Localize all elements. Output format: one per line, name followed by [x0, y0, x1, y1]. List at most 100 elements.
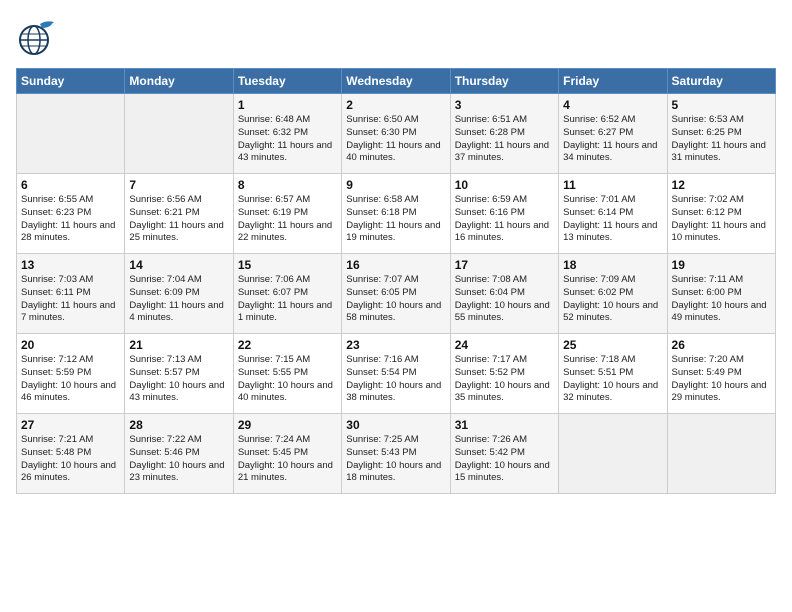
- calendar-cell: 25Sunrise: 7:18 AMSunset: 5:51 PMDayligh…: [559, 334, 667, 414]
- daylight-text: Daylight: 10 hours and 49 minutes.: [672, 300, 767, 324]
- sunset-text: Sunset: 6:21 PM: [129, 207, 199, 218]
- calendar-cell: 19 Sunrise: 7:11 AMSunset: 6:00 PMDayligh…: [667, 254, 775, 334]
- logo: [16, 16, 62, 58]
- weekday-header-wednesday: Wednesday: [342, 69, 450, 94]
- calendar-cell: 24Sunrise: 7:17 AMSunset: 5:52 PMDayligh…: [450, 334, 558, 414]
- calendar-week-row: 20Sunrise: 7:12 AMSunset: 5:59 PMDayligh…: [17, 334, 776, 414]
- sunset-text: Sunset: 5:52 PM: [455, 367, 525, 378]
- day-number: 1: [238, 98, 337, 112]
- calendar-week-row: 27 Sunrise: 7:21 AM Sunset: 5:48 PM Dayligh…: [17, 414, 776, 494]
- sunrise-text: Sunrise: 7:22 AM: [129, 434, 201, 445]
- page-header: [16, 16, 776, 58]
- sunset-text: Sunset: 6:02 PM: [563, 287, 633, 298]
- calendar-cell: 11Sunrise: 7:01 AMSunset: 6:14 PMDayligh…: [559, 174, 667, 254]
- daylight-text: Daylight: 10 hours and 15 minutes.: [455, 460, 550, 484]
- sunset-text: Sunset: 6:32 PM: [238, 127, 308, 138]
- daylight-text: Daylight: 10 hours and 55 minutes.: [455, 300, 550, 324]
- sunrise-text: Sunrise: 6:50 AM: [346, 114, 418, 125]
- sunrise-text: Sunrise: 6:59 AM: [455, 194, 527, 205]
- day-detail: Sunrise: 6:48 AMSunset: 6:32 PMDaylight:…: [238, 114, 337, 165]
- daylight-text: Daylight: 11 hours and 34 minutes.: [563, 140, 657, 164]
- sunset-text: Sunset: 6:27 PM: [563, 127, 633, 138]
- sunrise-text: Sunrise: 7:25 AM: [346, 434, 418, 445]
- sunrise-text: Sunrise: 7:04 AM: [129, 274, 201, 285]
- sunset-text: Sunset: 6:04 PM: [455, 287, 525, 298]
- calendar-week-row: 13Sunrise: 7:03 AMSunset: 6:11 PMDayligh…: [17, 254, 776, 334]
- daylight-text: Daylight: 10 hours and 38 minutes.: [346, 380, 441, 404]
- day-number: 27: [21, 418, 120, 432]
- day-detail: Sunrise: 7:26 AMSunset: 5:42 PMDaylight:…: [455, 434, 554, 485]
- sunset-text: Sunset: 6:18 PM: [346, 207, 416, 218]
- calendar-cell: 23Sunrise: 7:16 AMSunset: 5:54 PMDayligh…: [342, 334, 450, 414]
- day-detail: Sunrise: 7:24 AM Sunset: 5:45 PM Daylight:…: [238, 434, 337, 485]
- day-detail: Sunrise: 6:53 AMSunset: 6:25 PMDaylight:…: [672, 114, 771, 165]
- weekday-header-saturday: Saturday: [667, 69, 775, 94]
- daylight-text: Daylight: 11 hours and 25 minutes.: [129, 220, 223, 244]
- day-number: 29: [238, 418, 337, 432]
- calendar-cell: 31 Sunrise: 7:26 AMSunset: 5:42 PMDayligh…: [450, 414, 558, 494]
- day-number: 15: [238, 258, 337, 272]
- calendar-cell: 12Sunrise: 7:02 AMSunset: 6:12 PMDayligh…: [667, 174, 775, 254]
- day-number: 26: [672, 338, 771, 352]
- sunset-text: Sunset: 6:11 PM: [21, 287, 91, 298]
- sunrise-text: Sunrise: 7:18 AM: [563, 354, 635, 365]
- sunrise-text: Sunrise: 7:24 AM: [238, 434, 310, 445]
- calendar-cell: 5 Sunrise: 6:53 AMSunset: 6:25 PMDaylight…: [667, 94, 775, 174]
- weekday-header-thursday: Thursday: [450, 69, 558, 94]
- sunrise-text: Sunrise: 6:57 AM: [238, 194, 310, 205]
- calendar-cell: 26Sunrise: 7:20 AMSunset: 5:49 PMDayligh…: [667, 334, 775, 414]
- day-detail: Sunrise: 7:01 AMSunset: 6:14 PMDaylight:…: [563, 194, 662, 245]
- day-number: 19: [672, 258, 771, 272]
- sunset-text: Sunset: 6:07 PM: [238, 287, 308, 298]
- sunset-text: Sunset: 6:28 PM: [455, 127, 525, 138]
- sunrise-text: Sunrise: 6:55 AM: [21, 194, 93, 205]
- daylight-text: Daylight: 10 hours and 52 minutes.: [563, 300, 658, 324]
- daylight-text: Daylight: 10 hours and 32 minutes.: [563, 380, 658, 404]
- sunrise-text: Sunrise: 7:13 AM: [129, 354, 201, 365]
- day-detail: Sunrise: 7:02 AMSunset: 6:12 PMDaylight:…: [672, 194, 771, 245]
- sunset-text: Sunset: 6:30 PM: [346, 127, 416, 138]
- sunset-text: Sunset: 5:54 PM: [346, 367, 416, 378]
- sunset-text: Sunset: 5:48 PM: [21, 447, 91, 458]
- calendar-cell: 29 Sunrise: 7:24 AM Sunset: 5:45 PM Dayligh…: [233, 414, 341, 494]
- daylight-text: Daylight: 11 hours and 37 minutes.: [455, 140, 549, 164]
- calendar-cell: 28Sunrise: 7:22 AMSunset: 5:46 PMDayligh…: [125, 414, 233, 494]
- daylight-text: Daylight: 10 hours and 21 minutes.: [238, 460, 333, 484]
- sunset-text: Sunset: 6:00 PM: [672, 287, 742, 298]
- day-number: 4: [563, 98, 662, 112]
- sunrise-text: Sunrise: 7:26 AM: [455, 434, 527, 445]
- calendar-cell: 22Sunrise: 7:15 AMSunset: 5:55 PMDayligh…: [233, 334, 341, 414]
- weekday-header-monday: Monday: [125, 69, 233, 94]
- day-number: 22: [238, 338, 337, 352]
- weekday-header-tuesday: Tuesday: [233, 69, 341, 94]
- sunset-text: Sunset: 5:59 PM: [21, 367, 91, 378]
- sunset-text: Sunset: 5:57 PM: [129, 367, 199, 378]
- weekday-header-sunday: Sunday: [17, 69, 125, 94]
- day-detail: Sunrise: 7:09 AMSunset: 6:02 PMDaylight:…: [563, 274, 662, 325]
- weekday-header-friday: Friday: [559, 69, 667, 94]
- sunset-text: Sunset: 5:49 PM: [672, 367, 742, 378]
- calendar-cell: 16Sunrise: 7:07 AMSunset: 6:05 PMDayligh…: [342, 254, 450, 334]
- day-number: 21: [129, 338, 228, 352]
- sunset-text: Sunset: 6:14 PM: [563, 207, 633, 218]
- sunrise-text: Sunrise: 7:21 AM: [21, 434, 93, 445]
- day-detail: Sunrise: 7:07 AMSunset: 6:05 PMDaylight:…: [346, 274, 445, 325]
- sunset-text: Sunset: 5:45 PM: [238, 447, 308, 458]
- sunrise-text: Sunrise: 6:53 AM: [672, 114, 744, 125]
- day-number: 9: [346, 178, 445, 192]
- day-number: 31: [455, 418, 554, 432]
- day-number: 5: [672, 98, 771, 112]
- calendar-cell: 10Sunrise: 6:59 AMSunset: 6:16 PMDayligh…: [450, 174, 558, 254]
- sunrise-text: Sunrise: 7:02 AM: [672, 194, 744, 205]
- day-number: 2: [346, 98, 445, 112]
- day-number: 28: [129, 418, 228, 432]
- calendar-cell: 9Sunrise: 6:58 AMSunset: 6:18 PMDaylight…: [342, 174, 450, 254]
- day-detail: Sunrise: 7:25 AMSunset: 5:43 PMDaylight:…: [346, 434, 445, 485]
- daylight-text: Daylight: 11 hours and 13 minutes.: [563, 220, 657, 244]
- calendar-cell: [17, 94, 125, 174]
- daylight-text: Daylight: 10 hours and 46 minutes.: [21, 380, 116, 404]
- weekday-header-row: SundayMondayTuesdayWednesdayThursdayFrid…: [17, 69, 776, 94]
- day-detail: Sunrise: 7:11 AMSunset: 6:00 PMDaylight:…: [672, 274, 771, 325]
- calendar-cell: 8Sunrise: 6:57 AMSunset: 6:19 PMDaylight…: [233, 174, 341, 254]
- sunset-text: Sunset: 6:23 PM: [21, 207, 91, 218]
